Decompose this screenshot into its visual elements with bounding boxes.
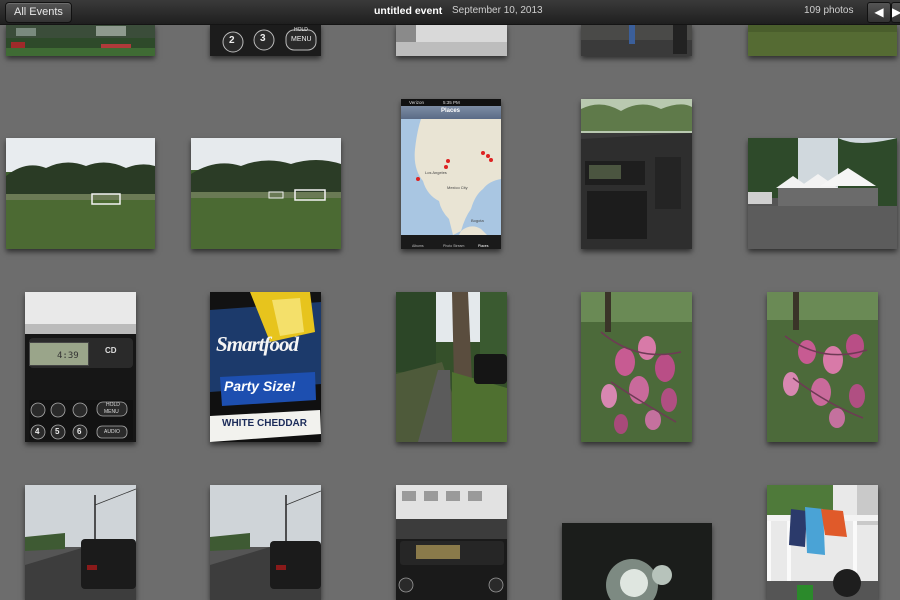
photo-thumbnail[interactable] bbox=[581, 24, 692, 56]
all-events-button[interactable]: All Events bbox=[5, 2, 72, 23]
map-tab-albums: Albums bbox=[412, 244, 424, 248]
photo-thumbnail[interactable] bbox=[581, 99, 692, 249]
map-pin-icon bbox=[444, 165, 448, 169]
photo-thumbnail[interactable] bbox=[396, 24, 507, 56]
photo-thumbnail[interactable] bbox=[748, 138, 897, 249]
photo-thumbnail[interactable] bbox=[581, 292, 692, 442]
map-place-label: Mexico City bbox=[447, 185, 468, 190]
photo-thumbnail[interactable] bbox=[6, 138, 155, 249]
radio-audio-label: AUDIO bbox=[104, 429, 120, 435]
photo-thumbnail[interactable]: Smartfood Party Size! WHITE CHEDDAR bbox=[210, 292, 321, 442]
previous-event-button[interactable]: ◀ bbox=[867, 2, 891, 23]
popcorn-flavor: WHITE CHEDDAR bbox=[222, 418, 307, 429]
map-status-bar: Verizon 5:35 PM bbox=[401, 99, 501, 106]
photo-thumbnail[interactable] bbox=[191, 138, 341, 249]
radio-cd-label: CD bbox=[105, 346, 117, 355]
radio-hold-label: HOLD bbox=[294, 27, 308, 33]
map-title: Places bbox=[441, 108, 461, 114]
photo-count: 109 photos bbox=[804, 5, 854, 16]
map-place-label: Los Angeles bbox=[425, 170, 447, 175]
radio-number-label: 2 bbox=[229, 35, 235, 46]
map-pin-icon bbox=[446, 159, 450, 163]
map-time: 5:35 PM bbox=[443, 100, 460, 105]
map-place-label: Bogota bbox=[471, 218, 484, 223]
photo-thumbnail[interactable] bbox=[748, 24, 897, 56]
photo-thumbnail[interactable] bbox=[396, 292, 507, 442]
map-pin-icon bbox=[489, 158, 493, 162]
map-screenshot-thumbnail[interactable]: Verizon 5:35 PM Places Los Angeles Mexic… bbox=[401, 99, 501, 249]
radio-number-label: 3 bbox=[260, 33, 266, 44]
photo-thumbnail[interactable] bbox=[562, 523, 712, 600]
photo-thumbnail[interactable] bbox=[767, 485, 878, 600]
map-pin-icon bbox=[481, 151, 485, 155]
map-pin-icon bbox=[416, 177, 420, 181]
radio-number-label: 5 bbox=[55, 427, 60, 436]
radio-hold-label: HOLD bbox=[106, 402, 120, 408]
photo-thumbnail[interactable] bbox=[767, 292, 878, 442]
map-tab-bar: Albums Photo Stream Places bbox=[401, 235, 501, 249]
map-tab-photo-stream: Photo Stream bbox=[443, 244, 465, 248]
top-bar: All Events untitled event September 10, … bbox=[0, 0, 900, 25]
next-event-button[interactable]: ▶ bbox=[891, 2, 900, 23]
arrow-right-icon: ▶ bbox=[892, 5, 900, 19]
radio-display-time: 4:39 bbox=[57, 351, 79, 361]
photo-thumbnail[interactable] bbox=[396, 485, 507, 600]
photo-thumbnail[interactable] bbox=[25, 485, 136, 600]
map-nav-bar: Places bbox=[401, 106, 501, 119]
map-tab-places: Places bbox=[478, 244, 489, 248]
photo-thumbnail[interactable] bbox=[210, 485, 321, 600]
radio-menu-label: MENU bbox=[291, 36, 312, 43]
photo-thumbnail[interactable]: 2 3 HOLD MENU bbox=[210, 24, 321, 56]
radio-number-label: 4 bbox=[35, 427, 40, 436]
radio-number-label: 6 bbox=[77, 427, 82, 436]
event-title: untitled event bbox=[374, 5, 443, 17]
photo-thumbnail[interactable]: 4:39 CD HOLD MENU AUDIO 4 5 6 bbox=[25, 292, 136, 442]
photo-grid: 2 3 HOLD MENU Verizon 5:35 PM Places Los… bbox=[0, 0, 900, 600]
photo-thumbnail[interactable] bbox=[6, 24, 155, 56]
map-carrier: Verizon bbox=[409, 100, 425, 105]
arrow-left-icon: ◀ bbox=[874, 5, 884, 19]
event-date: September 10, 2013 bbox=[452, 5, 543, 16]
radio-menu-label: MENU bbox=[104, 409, 119, 415]
popcorn-size-label: Party Size! bbox=[224, 378, 296, 394]
popcorn-brand: Smartfood bbox=[216, 332, 299, 356]
